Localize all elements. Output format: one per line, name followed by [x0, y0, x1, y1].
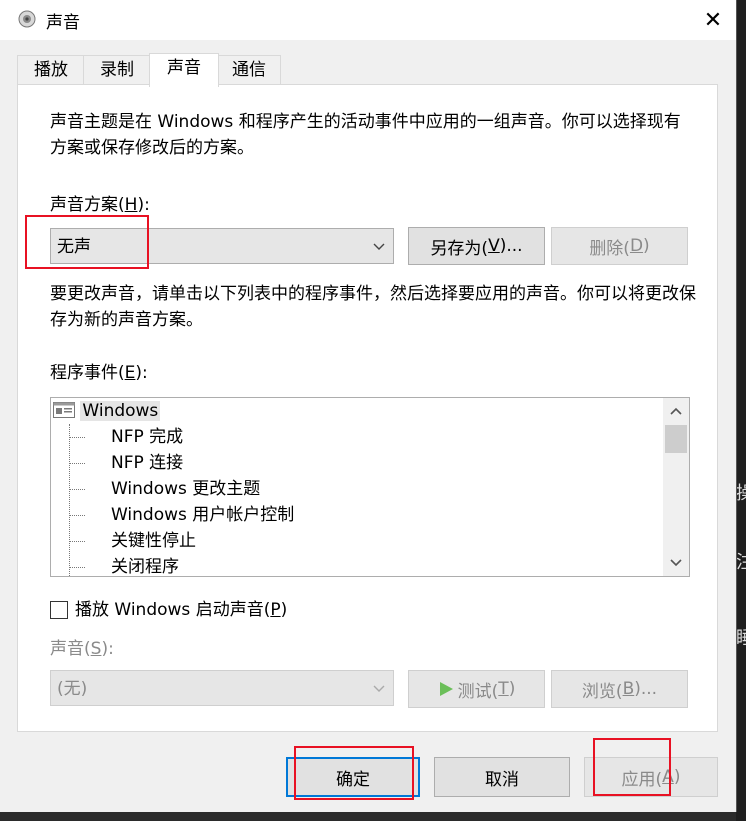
play-icon [439, 682, 453, 696]
list-item[interactable]: NFP 连接 [111, 450, 183, 476]
tree-line [69, 515, 85, 516]
browse-button[interactable]: 浏览(B)... [551, 670, 688, 708]
sound-scheme-dropdown[interactable]: 无声 [50, 228, 394, 264]
test-button[interactable]: 测试(T) [408, 670, 545, 708]
close-button[interactable]: ✕ [690, 0, 736, 40]
list-item[interactable]: Windows [53, 398, 161, 424]
cancel-button[interactable]: 取消 [434, 757, 570, 797]
sound-dropdown[interactable]: (无) [50, 670, 394, 706]
sound-dialog: 声音 ✕ 播放 录制 声音 通信 声音主题是在 Windows 和程序产生的活动… [0, 0, 737, 812]
scroll-up-icon[interactable] [663, 398, 689, 424]
background-text: 操作 [736, 483, 746, 504]
scroll-down-icon[interactable] [663, 550, 689, 576]
window-icon [53, 402, 75, 418]
sound-scheme-value: 无声 [57, 237, 91, 257]
vertical-scrollbar[interactable] [663, 398, 689, 576]
list-item[interactable]: Windows 用户帐户控制 [111, 502, 294, 528]
startup-sound-label[interactable]: 播放 Windows 启动声音(P) [75, 597, 287, 623]
speaker-icon [18, 10, 36, 28]
program-events-label: 程序事件(E): [50, 363, 148, 383]
tree-line [69, 541, 85, 542]
program-events-list[interactable]: Windows NFP 完成 NFP 连接 Windows 更改主题 Windo… [50, 397, 690, 577]
startup-sound-checkbox[interactable] [50, 601, 68, 619]
background-text: 睡眠 [736, 628, 746, 649]
tab-playback[interactable]: 播放 [17, 55, 85, 85]
background-text: 注 [736, 552, 746, 573]
instructions-text: 要更改声音，请单击以下列表中的程序事件，然后选择要应用的声音。你可以将更改保存为… [50, 284, 696, 330]
sounds-panel: 声音主题是在 Windows 和程序产生的活动事件中应用的一组声音。你可以选择现… [17, 84, 718, 732]
list-item[interactable]: Windows 更改主题 [111, 476, 260, 502]
intro-text: 声音主题是在 Windows 和程序产生的活动事件中应用的一组声音。你可以选择现… [50, 112, 681, 158]
sound-label: 声音(S): [50, 639, 114, 659]
apply-button[interactable]: 应用(A) [584, 757, 718, 797]
close-icon: ✕ [703, 7, 723, 33]
tab-recording[interactable]: 录制 [83, 55, 151, 85]
list-item[interactable]: 关闭程序 [111, 554, 179, 576]
tab-sounds[interactable]: 声音 [149, 53, 219, 87]
tree-line [69, 567, 85, 568]
title-bar[interactable]: 声音 ✕ [0, 0, 736, 40]
chevron-down-icon [373, 229, 385, 265]
chevron-down-icon [373, 671, 385, 707]
save-as-button[interactable]: 另存为(V)... [408, 227, 545, 265]
tree-line [69, 424, 70, 576]
window-title: 声音 [46, 13, 80, 33]
scheme-label: 声音方案(H): [50, 195, 150, 215]
list-item[interactable]: NFP 完成 [111, 424, 183, 450]
list-item[interactable]: 关键性停止 [111, 528, 196, 554]
tree-line [69, 463, 85, 464]
background-window: 操作 注 睡眠 [736, 0, 746, 821]
ok-button[interactable]: 确定 [286, 757, 420, 797]
delete-button[interactable]: 删除(D) [551, 227, 688, 265]
sound-value: (无) [57, 679, 88, 699]
tab-communications[interactable]: 通信 [217, 55, 281, 85]
tree-line [69, 437, 85, 438]
scroll-thumb[interactable] [665, 425, 687, 453]
tree-line [69, 489, 85, 490]
events-root-label: Windows [80, 401, 161, 421]
